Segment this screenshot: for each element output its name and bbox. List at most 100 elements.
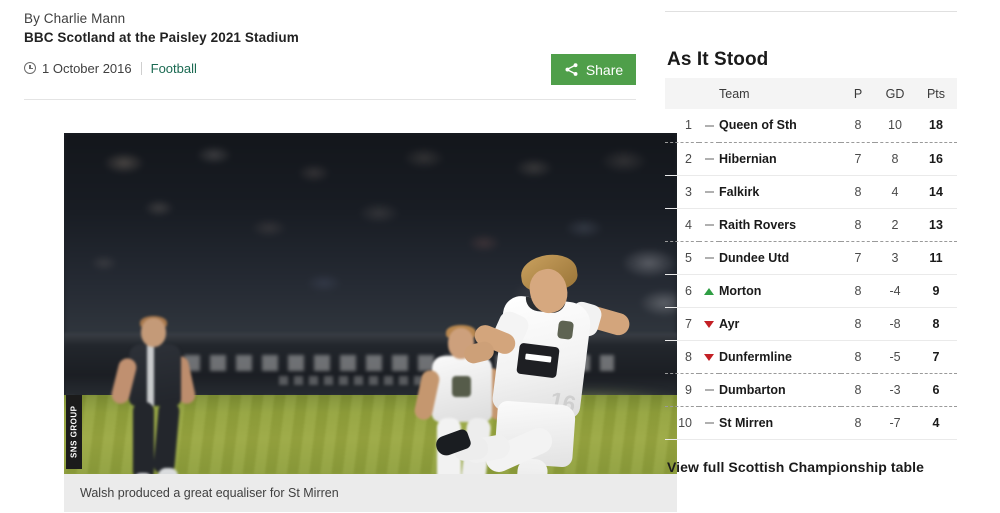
row-played: 8 [841, 175, 875, 209]
metadata-divider [140, 61, 142, 75]
row-played: 7 [841, 142, 875, 176]
row-points: 16 [915, 142, 957, 176]
row-team-name: St Mirren [719, 406, 841, 440]
row-points: 4 [915, 406, 957, 440]
row-team-name: Hibernian [719, 142, 841, 176]
no-change-icon [704, 158, 714, 160]
photo-player-dark-kit [109, 316, 199, 474]
arrow-up-icon [704, 287, 714, 295]
row-movement-indicator [699, 142, 719, 176]
no-change-icon [704, 389, 714, 391]
no-change-icon [704, 257, 714, 259]
photo-caption-text: Walsh produced a great equaliser for St … [80, 486, 339, 500]
row-goal-difference: 3 [875, 241, 915, 275]
share-button[interactable]: Share [551, 54, 636, 85]
row-position: 9 [665, 373, 699, 407]
row-points: 18 [915, 109, 957, 143]
league-table-body: 1 Queen of Sth 8 10 18 2 Hibernian 7 8 16 3 Falkirk… [665, 109, 957, 440]
row-played: 8 [841, 340, 875, 374]
view-full-table-link[interactable]: View full Scottish Championship table [667, 459, 924, 475]
row-movement-indicator [699, 274, 719, 308]
row-movement-indicator [699, 241, 719, 275]
no-change-icon [704, 224, 714, 226]
row-goal-difference: 10 [875, 109, 915, 143]
rail-top-divider [665, 11, 957, 12]
row-played: 8 [841, 406, 875, 440]
table-row: 7 Ayr 8 -8 8 [665, 307, 957, 341]
photo-watermark: SNS GROUP [66, 395, 82, 469]
row-goal-difference: -7 [875, 406, 915, 440]
table-row: 2 Hibernian 7 8 16 [665, 142, 957, 176]
row-team-name: Dumbarton [719, 373, 841, 407]
row-position: 7 [665, 307, 699, 341]
share-button-label: Share [585, 61, 624, 78]
arrow-down-icon [704, 320, 714, 328]
row-played: 8 [841, 274, 875, 308]
column-header-team: Team [719, 86, 750, 101]
row-goal-difference: 4 [875, 175, 915, 209]
league-table-head: Team P GD Pts [665, 78, 957, 109]
row-position: 1 [665, 109, 699, 143]
league-table: Team P GD Pts 1 Queen of Sth 8 10 18 2 Hiberni… [665, 78, 957, 440]
row-movement-indicator [699, 109, 719, 143]
table-row: 8 Dunfermline 8 -5 7 [665, 340, 957, 374]
article-page: By Charlie Mann BBC Scotland at the Pais… [0, 0, 1000, 513]
article-main-column: By Charlie Mann BBC Scotland at the Pais… [0, 0, 677, 513]
row-position: 5 [665, 241, 699, 275]
row-movement-indicator [699, 340, 719, 374]
no-change-icon [704, 125, 714, 127]
table-row: 9 Dumbarton 8 -3 6 [665, 373, 957, 407]
row-goal-difference: -5 [875, 340, 915, 374]
byline: By Charlie Mann [24, 11, 126, 26]
row-points: 11 [915, 241, 957, 275]
photo-caption: Walsh produced a great equaliser for St … [64, 474, 677, 512]
row-team-name: Falkirk [719, 175, 841, 209]
row-played: 8 [841, 373, 875, 407]
row-movement-indicator [699, 307, 719, 341]
clock-icon [24, 62, 36, 74]
section-link-football[interactable]: Football [151, 61, 197, 76]
row-position: 8 [665, 340, 699, 374]
sidebar-rail: As It Stood Team P GD Pts 1 Queen of Sth 8… [665, 0, 957, 513]
column-header-position [665, 78, 699, 109]
header-divider [24, 99, 636, 100]
row-team-name: Dundee Utd [719, 241, 841, 275]
row-position: 3 [665, 175, 699, 209]
row-movement-indicator [699, 175, 719, 209]
share-icon [565, 63, 578, 76]
table-row: 10 St Mirren 8 -7 4 [665, 406, 957, 440]
row-movement-indicator [699, 373, 719, 407]
row-position: 10 [665, 406, 699, 440]
row-team-name: Morton [719, 274, 841, 308]
table-row: 3 Falkirk 8 4 14 [665, 175, 957, 209]
row-goal-difference: -3 [875, 373, 915, 407]
row-goal-difference: 8 [875, 142, 915, 176]
article-metadata: 1 October 2016 Football [24, 60, 197, 76]
row-goal-difference: -4 [875, 274, 915, 308]
row-points: 14 [915, 175, 957, 209]
table-row: 1 Queen of Sth 8 10 18 [665, 109, 957, 143]
photo-player-striking-ball: 16 [433, 251, 655, 474]
row-position: 6 [665, 274, 699, 308]
row-played: 8 [841, 307, 875, 341]
row-played: 7 [841, 241, 875, 275]
publish-date: 1 October 2016 [42, 60, 132, 76]
no-change-icon [704, 422, 714, 424]
row-team-name: Ayr [719, 307, 841, 341]
row-position: 4 [665, 208, 699, 242]
column-header-movement [699, 78, 719, 109]
row-position: 2 [665, 142, 699, 176]
row-played: 8 [841, 109, 875, 143]
league-table-header-row: Team P GD Pts [665, 78, 957, 109]
column-header-points: Pts [926, 86, 946, 101]
row-points: 9 [915, 274, 957, 308]
column-header-played: P [853, 86, 863, 101]
row-movement-indicator [699, 406, 719, 440]
row-points: 13 [915, 208, 957, 242]
article-photo: 16 SNS GROUP [64, 133, 677, 474]
row-points: 7 [915, 340, 957, 374]
article-figure: 16 SNS GROUP Walsh produced a great equa… [64, 133, 677, 512]
row-team-name: Dunfermline [719, 340, 841, 374]
byline-title: BBC Scotland at the Paisley 2021 Stadium [24, 30, 299, 45]
arrow-down-icon [704, 353, 714, 361]
